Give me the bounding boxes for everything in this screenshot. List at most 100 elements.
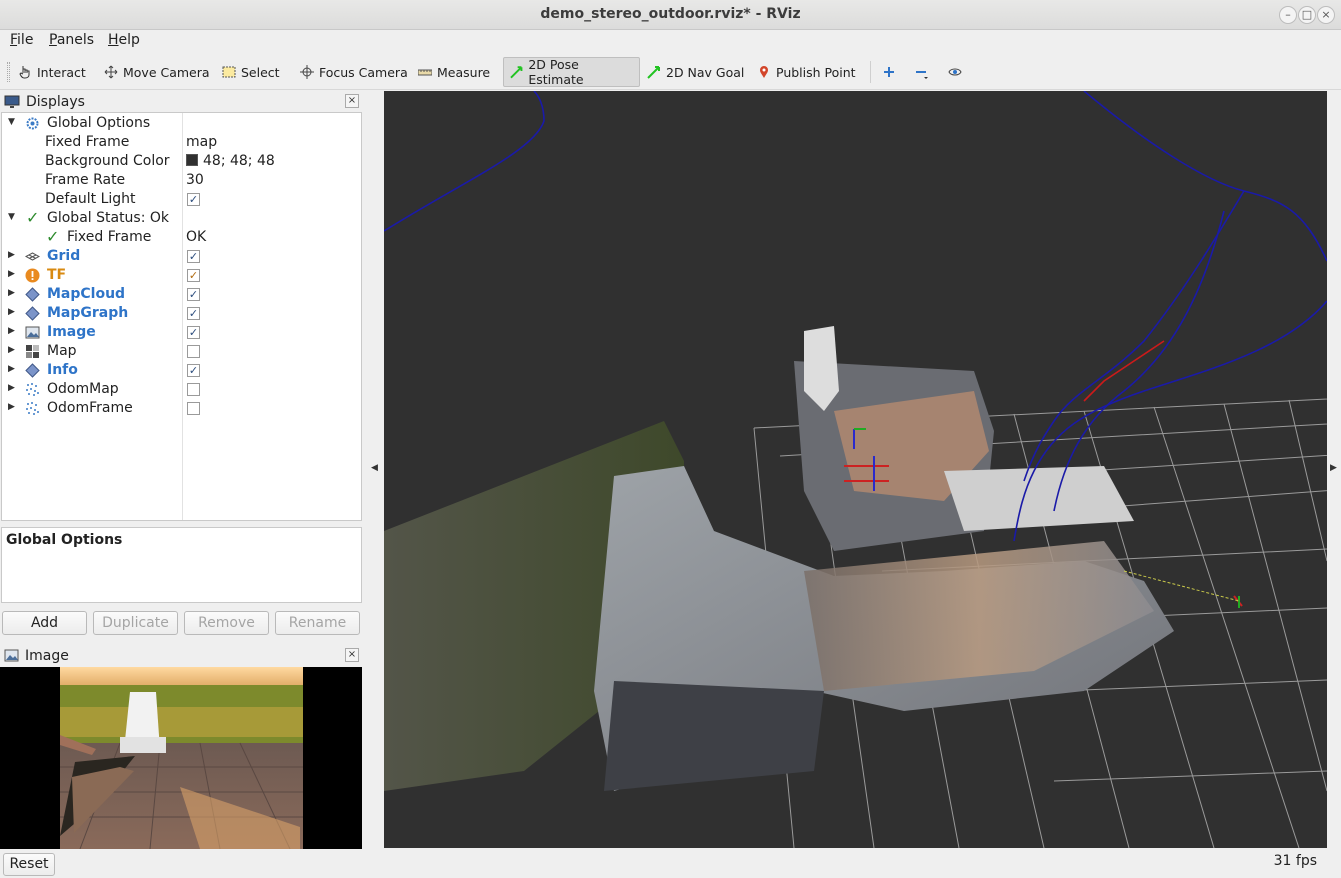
fixed-frame-value[interactable]: map [186, 134, 217, 150]
focus-camera-tool-button[interactable]: Focus Camera [294, 57, 414, 87]
duplicate-button[interactable]: Duplicate [93, 611, 178, 635]
publish-point-tool-button[interactable]: Publish Point [751, 57, 862, 87]
collapsed-arrow-icon[interactable]: ▶ [8, 326, 15, 336]
reset-button[interactable]: Reset [3, 853, 55, 876]
tree-row-global-status[interactable]: ▼ ✓ Global Status: Ok [2, 208, 361, 228]
select-label: Select [241, 64, 280, 80]
grid-checkbox[interactable]: ✓ [187, 250, 200, 263]
tree-row-fixed-frame[interactable]: Fixed Frame map [2, 133, 361, 152]
display-item-mapgraph[interactable]: ▶ MapGraph ✓ [2, 304, 361, 323]
focus-camera-label: Focus Camera [319, 64, 408, 80]
description-title: Global Options [6, 532, 123, 548]
collapsed-arrow-icon[interactable]: ▶ [8, 250, 15, 260]
map-checkbox[interactable] [187, 345, 200, 358]
info-checkbox[interactable]: ✓ [187, 364, 200, 377]
background-color-label: Background Color [45, 153, 170, 169]
window-title: demo_stereo_outdoor.rviz* - RViz [540, 6, 801, 22]
collapsed-arrow-icon[interactable]: ▶ [8, 383, 15, 393]
displays-header: Displays × [0, 92, 363, 112]
measure-tool-button[interactable]: Measure [412, 57, 496, 87]
collapsed-arrow-icon[interactable]: ▶ [8, 364, 15, 374]
camera-image [60, 667, 303, 849]
remove-button[interactable]: Remove [184, 611, 269, 635]
displays-panel: Displays × ▼ Global Options Fixed Frame … [0, 92, 363, 522]
green-arrow-icon [510, 66, 523, 79]
point-cloud-icon [26, 402, 39, 415]
minus-icon [916, 71, 928, 79]
odomframe-checkbox[interactable] [187, 402, 200, 415]
menu-file[interactable]: File [10, 32, 33, 48]
default-light-label: Default Light [45, 191, 136, 207]
status-bar: Reset 31 fps [0, 850, 1341, 878]
bench-point-cloud [944, 466, 1134, 531]
checkmark-icon: ✓ [46, 227, 60, 246]
display-item-image[interactable]: ▶ Image ✓ [2, 323, 361, 342]
collapsed-arrow-icon[interactable]: ▶ [8, 402, 15, 412]
default-light-checkbox[interactable]: ✓ [187, 193, 200, 206]
expanded-arrow-icon[interactable]: ▼ [8, 117, 15, 127]
green-arrow-icon [647, 66, 660, 79]
displays-tree: ▼ Global Options Fixed Frame map Backgro… [1, 112, 362, 521]
select-tool-button[interactable]: Select [216, 57, 286, 87]
rename-button[interactable]: Rename [275, 611, 360, 635]
toolbar-grip[interactable] [7, 62, 10, 82]
minimize-button[interactable]: – [1279, 6, 1297, 24]
point-cloud-scene[interactable] [384, 91, 1327, 848]
image-panel: Image × [0, 646, 363, 850]
close-displays-button[interactable]: × [345, 94, 359, 108]
nav-goal-label: 2D Nav Goal [666, 64, 745, 80]
tf-checkbox[interactable]: ✓ [187, 269, 200, 282]
3d-render-view[interactable] [384, 91, 1327, 848]
remove-tool-button[interactable] [908, 57, 934, 87]
display-item-odomframe[interactable]: ▶ OdomFrame [2, 399, 361, 418]
collapsed-arrow-icon[interactable]: ▶ [8, 288, 15, 298]
property-description: Global Options [1, 527, 362, 603]
tree-row-status-fixed-frame[interactable]: ✓ Fixed Frame OK [2, 227, 361, 247]
background-color-value[interactable]: 48; 48; 48 [186, 153, 275, 169]
gear-icon [26, 117, 39, 130]
collapsed-arrow-icon[interactable]: ▶ [8, 307, 15, 317]
picture-icon [4, 649, 19, 662]
tf-label: TF [47, 267, 67, 283]
selection-box-icon [222, 66, 236, 78]
picture-icon [25, 326, 40, 339]
display-item-odommap[interactable]: ▶ OdomMap [2, 380, 361, 399]
tree-row-frame-rate[interactable]: Frame Rate 30 [2, 171, 361, 190]
nav-goal-tool-button[interactable]: 2D Nav Goal [641, 57, 750, 87]
point-cloud-icon [26, 383, 39, 396]
display-item-mapcloud[interactable]: ▶ MapCloud ✓ [2, 285, 361, 304]
menu-help[interactable]: Help [108, 32, 140, 48]
maximize-button[interactable]: □ [1298, 6, 1316, 24]
mapgraph-checkbox[interactable]: ✓ [187, 307, 200, 320]
image-checkbox[interactable]: ✓ [187, 326, 200, 339]
move-camera-tool-button[interactable]: Move Camera [98, 57, 216, 87]
camera-image-view [0, 667, 362, 849]
view-tool-button[interactable] [942, 57, 968, 87]
display-item-tf[interactable]: ▶ TF ✓ [2, 266, 361, 285]
tree-row-global-options[interactable]: ▼ Global Options [2, 114, 361, 133]
close-image-panel-button[interactable]: × [345, 648, 359, 662]
interact-tool-button[interactable]: Interact [12, 57, 92, 87]
frame-rate-value[interactable]: 30 [186, 172, 204, 188]
mapcloud-checkbox[interactable]: ✓ [187, 288, 200, 301]
collapse-right-arrow-icon[interactable]: ▶ [1330, 463, 1337, 473]
menu-panels[interactable]: Panels [49, 32, 94, 48]
close-window-button[interactable]: × [1317, 6, 1335, 24]
monitor-icon [4, 95, 20, 108]
collapsed-arrow-icon[interactable]: ▶ [8, 345, 15, 355]
add-tool-button[interactable] [876, 57, 902, 87]
display-item-info[interactable]: ▶ Info ✓ [2, 361, 361, 380]
collapsed-arrow-icon[interactable]: ▶ [8, 269, 15, 279]
move-arrows-icon [104, 65, 118, 79]
map-pin-icon [760, 66, 768, 78]
display-item-grid[interactable]: ▶ Grid ✓ [2, 247, 361, 266]
expanded-arrow-icon[interactable]: ▼ [8, 212, 15, 222]
pose-estimate-tool-button[interactable]: 2D Pose Estimate [503, 57, 640, 87]
display-item-map[interactable]: ▶ Map [2, 342, 361, 361]
tree-row-background-color[interactable]: Background Color 48; 48; 48 [2, 152, 361, 171]
add-button[interactable]: Add [2, 611, 87, 635]
tree-row-default-light[interactable]: Default Light ✓ [2, 190, 361, 209]
collapse-left-arrow-icon[interactable]: ◀ [371, 463, 378, 473]
odommap-checkbox[interactable] [187, 383, 200, 396]
title-bar: demo_stereo_outdoor.rviz* - RViz – □ × [0, 0, 1341, 30]
